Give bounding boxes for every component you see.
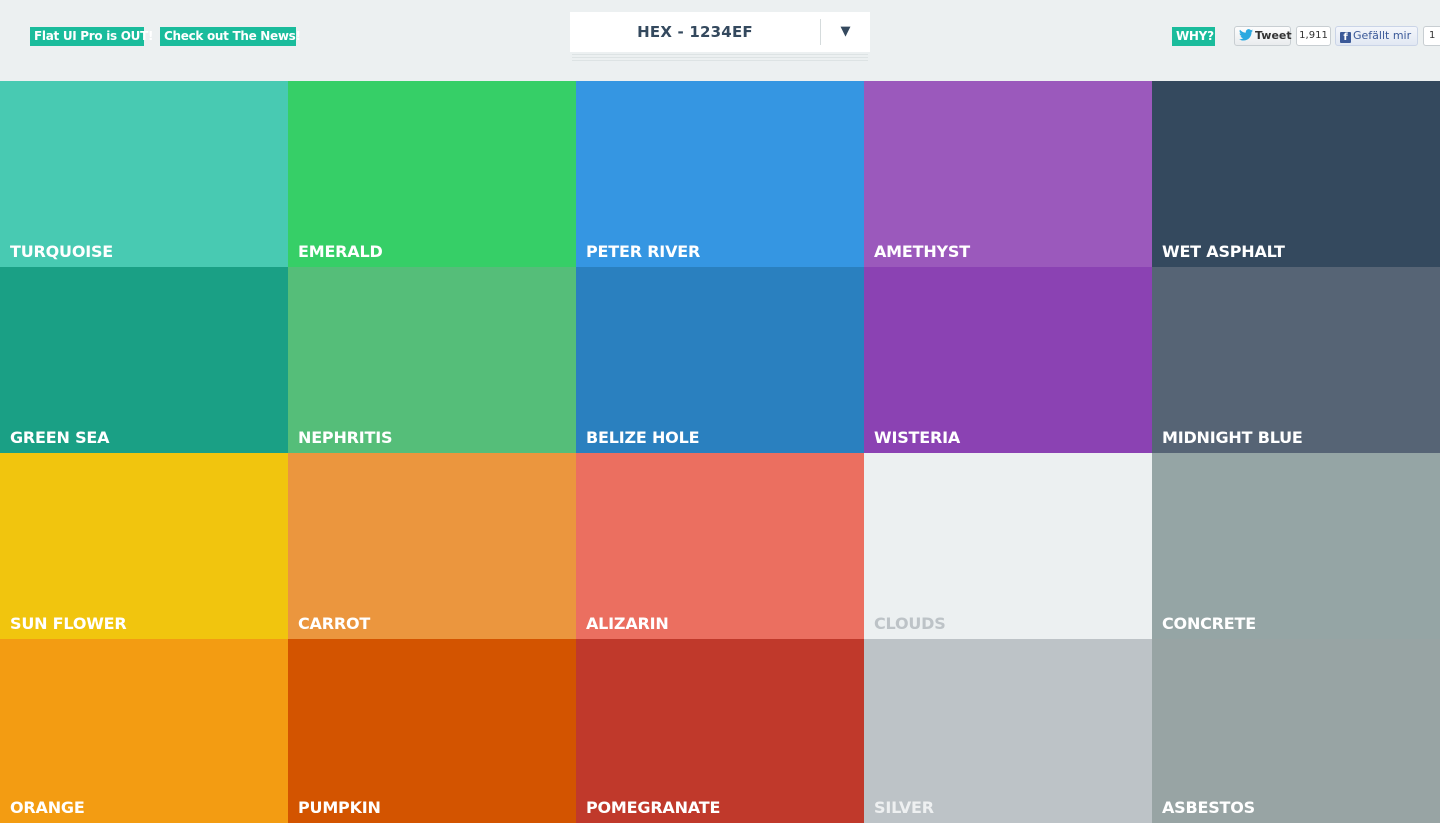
select-stack-line bbox=[572, 57, 868, 58]
swatch-name: BELIZE HOLE bbox=[586, 428, 700, 447]
tweet-button[interactable]: Tweet bbox=[1234, 26, 1292, 46]
color-swatch-clouds[interactable]: CLOUDS bbox=[864, 453, 1152, 639]
swatch-name: CONCRETE bbox=[1162, 614, 1256, 633]
swatch-name: WISTERIA bbox=[874, 428, 961, 447]
select-stack-line bbox=[572, 60, 868, 61]
swatch-name: AMETHYST bbox=[874, 242, 970, 261]
color-swatch-carrot[interactable]: CARROT bbox=[288, 453, 576, 639]
swatch-name: TURQUOISE bbox=[10, 242, 114, 261]
facebook-like-label: Gefällt mir bbox=[1353, 29, 1412, 42]
swatch-name: SUN FLOWER bbox=[10, 614, 127, 633]
swatch-name: MIDNIGHT BLUE bbox=[1162, 428, 1303, 447]
swatch-name: ALIZARIN bbox=[586, 614, 669, 633]
swatch-name: PUMPKIN bbox=[298, 798, 381, 817]
chevron-down-icon[interactable]: ▼ bbox=[821, 12, 870, 52]
swatch-name: GREEN SEA bbox=[10, 428, 110, 447]
color-swatch-orange[interactable]: ORANGE bbox=[0, 639, 288, 823]
swatch-name: CARROT bbox=[298, 614, 371, 633]
tweet-label: Tweet bbox=[1255, 29, 1292, 42]
color-swatch-green-sea[interactable]: GREEN SEA bbox=[0, 267, 288, 453]
color-swatch-concrete[interactable]: CONCRETE bbox=[1152, 453, 1440, 639]
color-swatch-turquoise[interactable]: TURQUOISE bbox=[0, 81, 288, 267]
facebook-like-count: 1 bbox=[1423, 26, 1440, 46]
color-swatch-sun-flower[interactable]: SUN FLOWER bbox=[0, 453, 288, 639]
news-link[interactable]: Check out The News! bbox=[160, 27, 301, 46]
color-swatch-pomegranate[interactable]: POMEGRANATE bbox=[576, 639, 864, 823]
color-swatch-midnight-blue[interactable]: MIDNIGHT BLUE bbox=[1152, 267, 1440, 453]
color-swatch-alizarin[interactable]: ALIZARIN bbox=[576, 453, 864, 639]
why-button[interactable]: WHY? bbox=[1172, 27, 1215, 46]
color-swatch-peter-river[interactable]: PETER RIVER bbox=[576, 81, 864, 267]
color-swatch-asbestos[interactable]: ASBESTOS bbox=[1152, 639, 1440, 823]
swatch-name: ORANGE bbox=[10, 798, 85, 817]
color-swatch-emerald[interactable]: EMERALD bbox=[288, 81, 576, 267]
color-swatch-silver[interactable]: SILVER bbox=[864, 639, 1152, 823]
flat-ui-pro-link[interactable]: Flat UI Pro is OUT! bbox=[30, 27, 153, 46]
facebook-icon: f bbox=[1340, 32, 1351, 43]
twitter-bird-icon bbox=[1239, 29, 1253, 41]
swatch-name: WET ASPHALT bbox=[1162, 242, 1285, 261]
color-format-select[interactable]: HEX - 1234EF ▼ bbox=[570, 12, 870, 61]
color-swatch-belize-hole[interactable]: BELIZE HOLE bbox=[576, 267, 864, 453]
swatch-name: SILVER bbox=[874, 798, 934, 817]
color-swatch-pumpkin[interactable]: PUMPKIN bbox=[288, 639, 576, 823]
tweet-count: 1,911 bbox=[1296, 26, 1331, 46]
selected-format-value: HEX - 1234EF bbox=[637, 23, 753, 41]
swatch-name: ASBESTOS bbox=[1162, 798, 1255, 817]
facebook-like-button[interactable]: f Gefällt mir bbox=[1335, 26, 1418, 46]
color-swatch-amethyst[interactable]: AMETHYST bbox=[864, 81, 1152, 267]
swatch-name: CLOUDS bbox=[874, 614, 946, 633]
color-swatch-wet-asphalt[interactable]: WET ASPHALT bbox=[1152, 81, 1440, 267]
swatch-name: EMERALD bbox=[298, 242, 383, 261]
color-swatch-wisteria[interactable]: WISTERIA bbox=[864, 267, 1152, 453]
color-swatch-nephritis[interactable]: NEPHRITIS bbox=[288, 267, 576, 453]
swatch-name: POMEGRANATE bbox=[586, 798, 721, 817]
select-stack-line bbox=[572, 54, 868, 55]
color-swatch-grid: TURQUOISE EMERALD PETER RIVER AMETHYST WET A… bbox=[0, 81, 1440, 823]
swatch-name: NEPHRITIS bbox=[298, 428, 393, 447]
top-bar: Flat UI Pro is OUT! Check out The News! … bbox=[0, 0, 1440, 81]
swatch-name: PETER RIVER bbox=[586, 242, 701, 261]
